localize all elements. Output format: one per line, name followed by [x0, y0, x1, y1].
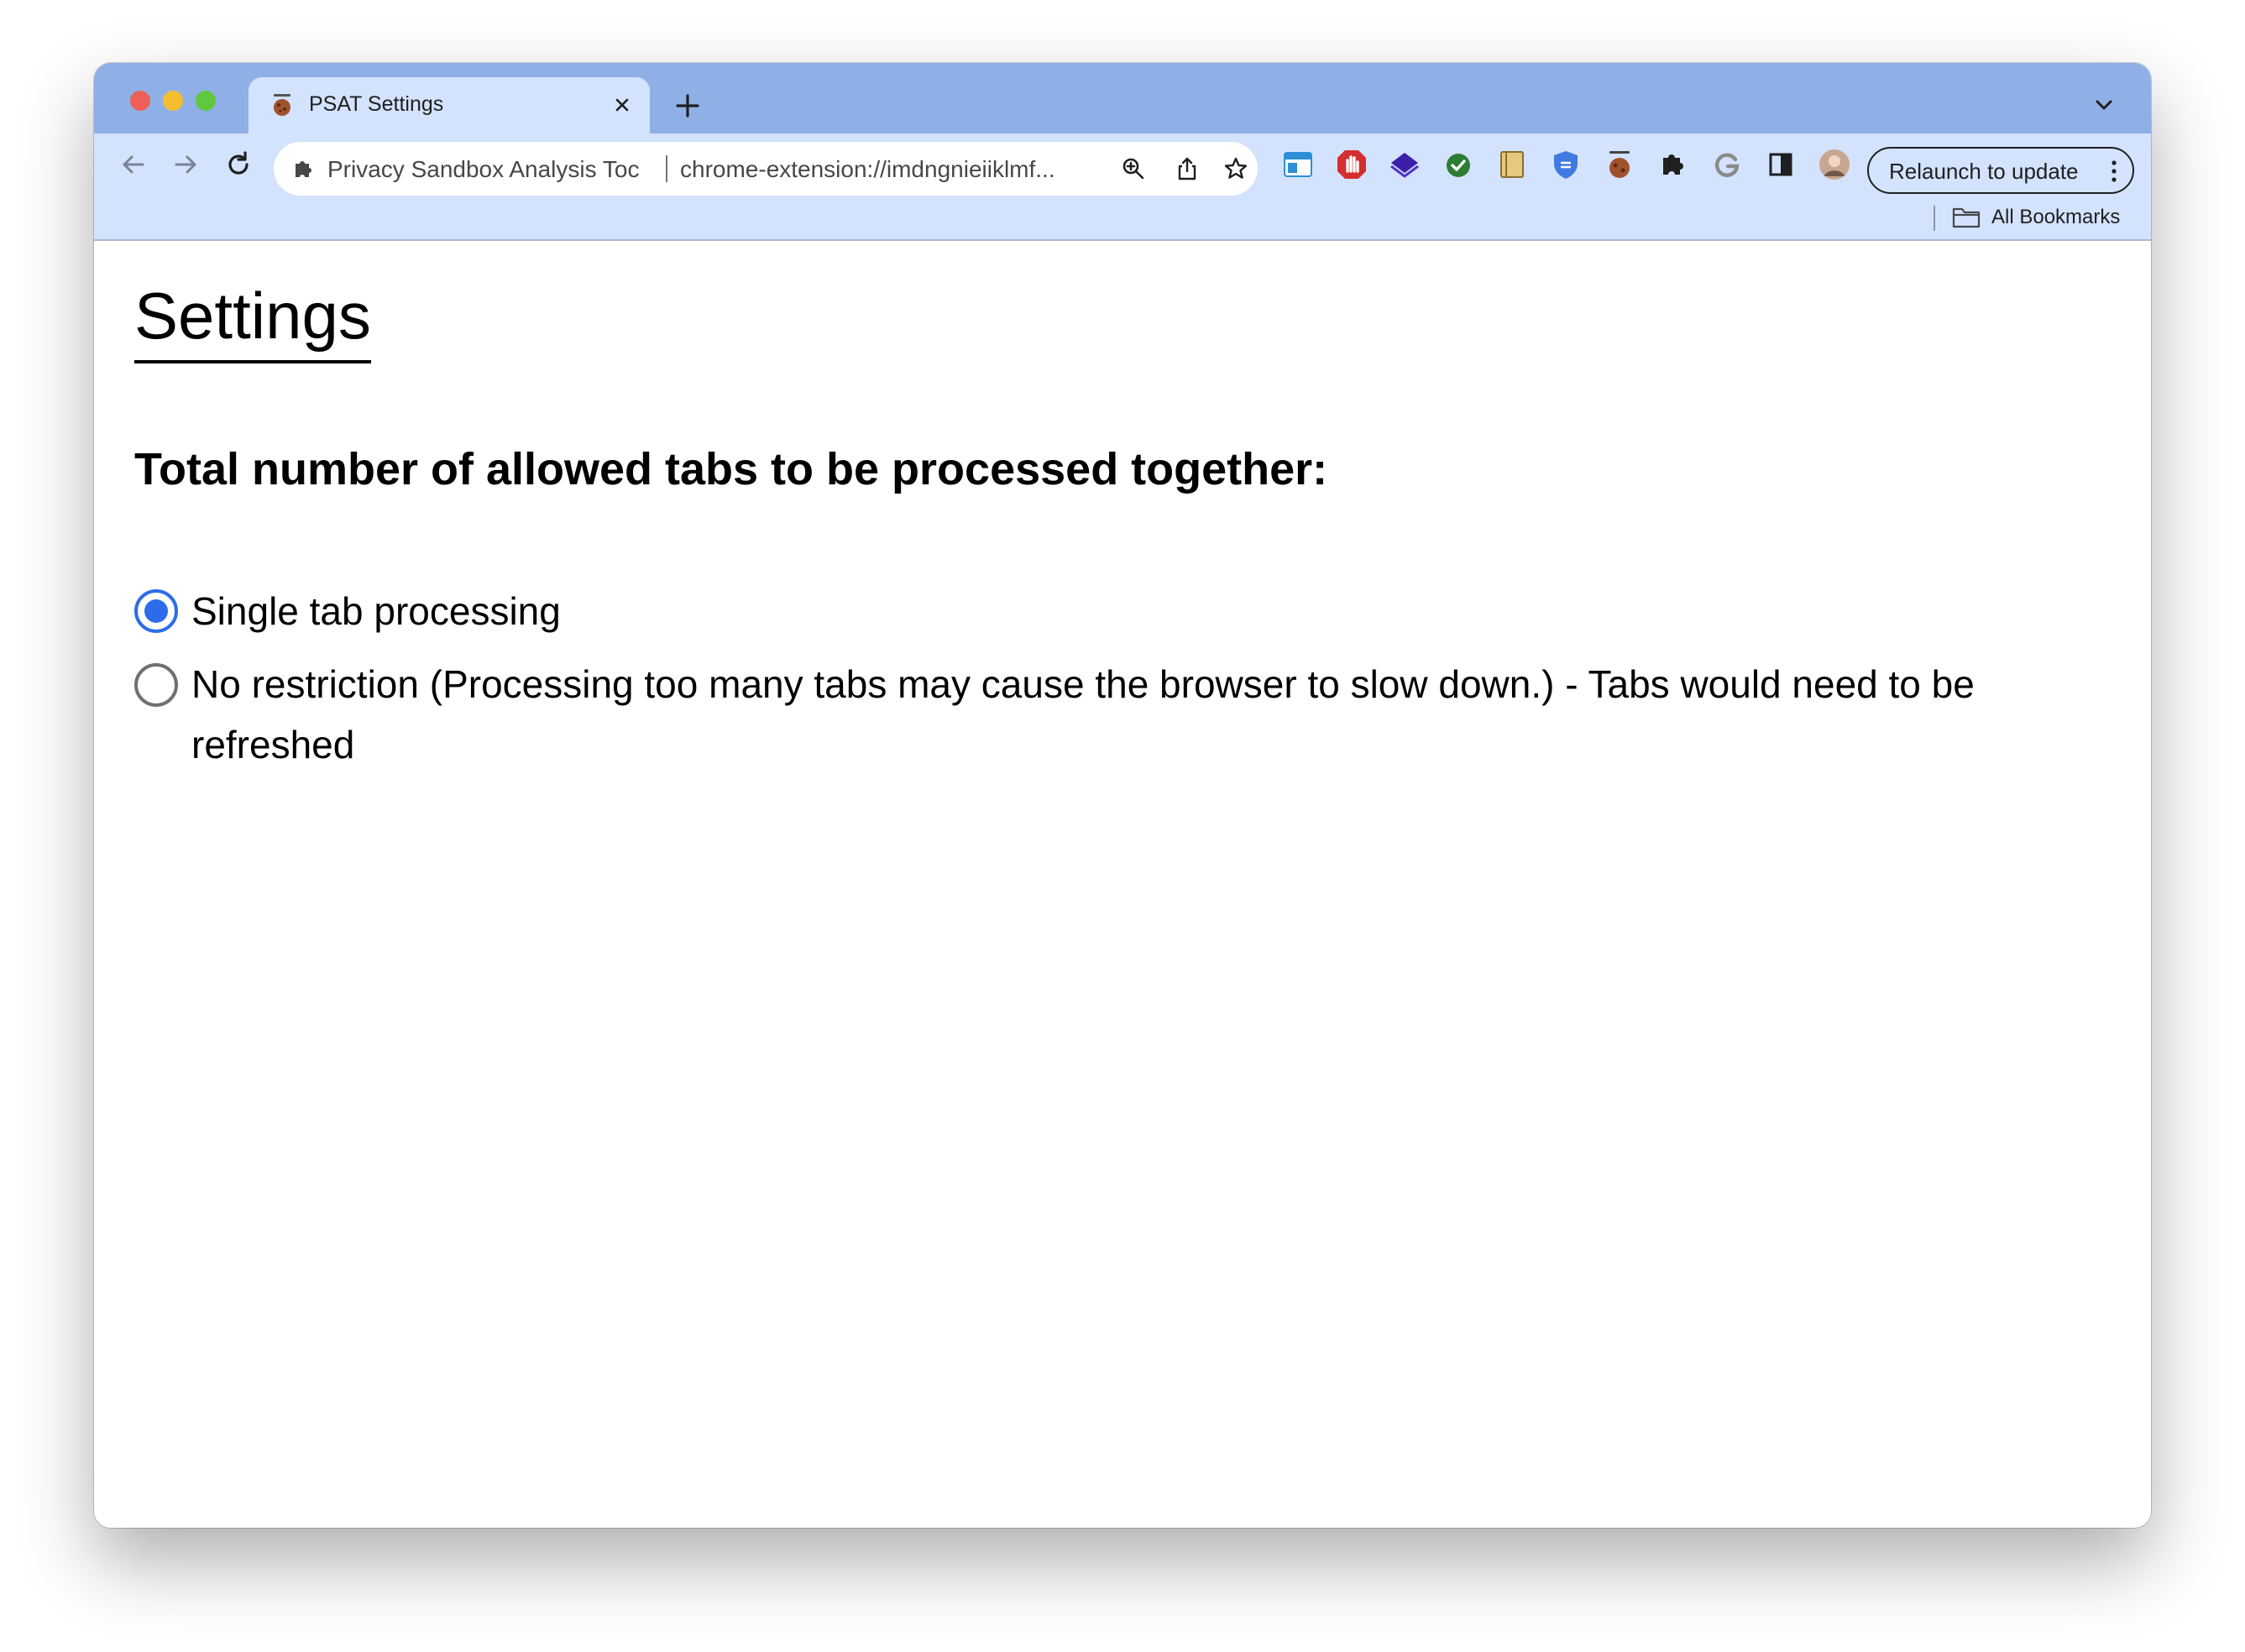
google-g-icon[interactable] [1710, 148, 1744, 181]
new-tab-icon[interactable] [673, 91, 702, 120]
zoom-window-button[interactable] [196, 91, 216, 111]
green-check-icon[interactable] [1442, 148, 1475, 181]
folder-icon [1952, 207, 1981, 228]
tab-strip: PSAT Settings [94, 63, 2151, 133]
reload-icon[interactable] [222, 149, 254, 180]
tab-limit-question: Total number of allowed tabs to be proce… [134, 444, 1328, 494]
single-tab-radio[interactable] [134, 589, 178, 633]
relaunch-label: Relaunch to update [1889, 159, 2079, 184]
chevron-down-icon[interactable] [2092, 93, 2116, 117]
forward-arrow-icon[interactable] [170, 149, 201, 180]
profile-avatar[interactable] [1818, 148, 1851, 181]
page-title: Settings [134, 283, 371, 363]
psat-cookie-icon[interactable] [1603, 148, 1636, 181]
puzzle-piece-icon[interactable] [1656, 148, 1690, 181]
tab-title: PSAT Settings [309, 92, 444, 116]
purple-stack-icon[interactable] [1388, 148, 1421, 181]
bookmark-star-icon[interactable] [1222, 155, 1249, 182]
address-divider [666, 155, 667, 182]
side-panel-icon[interactable] [1764, 148, 1798, 181]
more-options-icon [2112, 160, 2117, 182]
all-bookmarks-link[interactable]: All Bookmarks [1991, 206, 2120, 229]
no-restriction-label[interactable]: No restriction (Processing too many tabs… [191, 654, 2106, 775]
red-hand-stop-icon[interactable] [1335, 148, 1368, 181]
tab-psat-settings[interactable]: PSAT Settings [249, 77, 650, 133]
share-icon[interactable] [1174, 155, 1201, 182]
relaunch-to-update-button[interactable]: Relaunch to update [1867, 147, 2134, 194]
browser-window: PSAT Settings Privacy Sandbox Analysis T… [94, 63, 2151, 1528]
puzzle-piece-icon [296, 161, 311, 177]
bookmarks-bar: All Bookmarks [94, 196, 2151, 241]
close-tab-icon[interactable] [610, 92, 635, 118]
back-arrow-icon[interactable] [118, 149, 149, 180]
window-tiles-icon[interactable] [1281, 148, 1315, 181]
shield-icon[interactable] [1549, 148, 1583, 181]
page-content: Settings Total number of allowed tabs to… [94, 241, 2151, 1528]
bookmarks-divider [1934, 206, 1935, 231]
minimize-window-button[interactable] [163, 91, 183, 111]
notebook-icon[interactable] [1495, 148, 1529, 181]
zoom-icon[interactable] [1120, 155, 1147, 182]
address-url: chrome-extension://imdngnieiiklmf... [680, 156, 1055, 182]
close-window-button[interactable] [130, 91, 150, 111]
address-bar[interactable]: Privacy Sandbox Analysis Toc chrome-exte… [274, 142, 1258, 196]
single-tab-label[interactable]: Single tab processing [191, 581, 2106, 641]
no-restriction-radio[interactable] [134, 663, 178, 707]
address-origin: Privacy Sandbox Analysis Toc [327, 156, 640, 182]
psat-cookie-icon [274, 94, 290, 116]
